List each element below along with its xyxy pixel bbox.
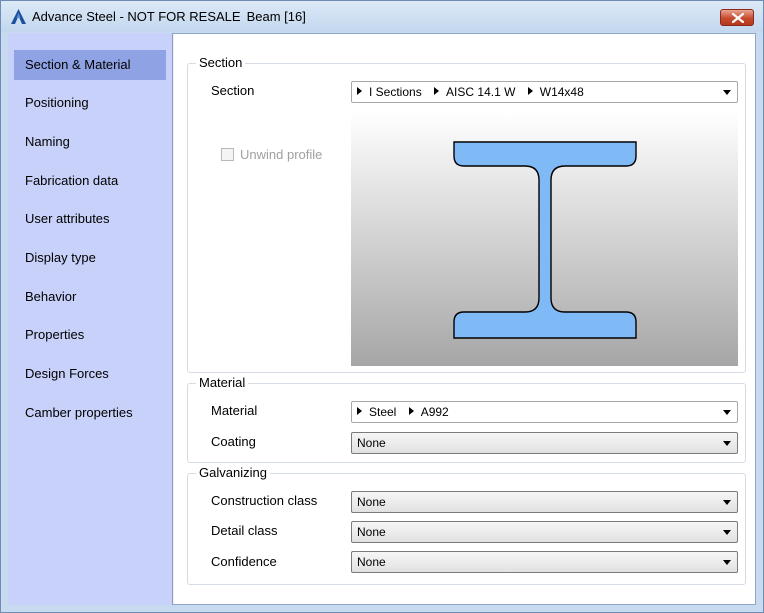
material-group-title: Material xyxy=(196,375,249,391)
construction-class-dropdown[interactable]: None xyxy=(351,491,738,513)
section-path-size: W14x48 xyxy=(527,85,584,99)
triangle-right-icon xyxy=(357,87,362,95)
nav-item-properties[interactable]: Properties xyxy=(14,320,166,350)
object-title: Beam [16] xyxy=(246,9,306,24)
material-selector[interactable]: Steel A992 xyxy=(351,401,738,423)
close-icon xyxy=(732,13,744,23)
nav-item-section-material[interactable]: Section & Material xyxy=(14,50,166,80)
confidence-dropdown[interactable]: None xyxy=(351,551,738,573)
material-path-grade: A992 xyxy=(408,405,449,419)
material-path-type: Steel xyxy=(357,405,396,419)
nav-item-camber-properties[interactable]: Camber properties xyxy=(14,398,166,428)
chevron-down-icon xyxy=(723,90,731,95)
triangle-right-icon xyxy=(357,407,362,415)
construction-class-value: None xyxy=(357,495,386,509)
category-sidebar: Section & Material Positioning Naming Fa… xyxy=(8,33,173,605)
chevron-down-icon xyxy=(723,560,731,565)
section-group-title: Section xyxy=(196,55,246,71)
section-breadcrumb: I Sections AISC 14.1 W W14x48 xyxy=(357,85,593,99)
i-beam-profile-icon xyxy=(453,141,637,339)
nav-item-positioning[interactable]: Positioning xyxy=(14,88,166,118)
section-label: Section xyxy=(211,83,255,98)
coating-value: None xyxy=(357,436,386,450)
nav-item-behavior[interactable]: Behavior xyxy=(14,282,166,312)
section-path-library: AISC 14.1 W xyxy=(434,85,515,99)
material-breadcrumb: Steel A992 xyxy=(357,405,458,419)
coating-label: Coating xyxy=(211,434,256,449)
chevron-down-icon xyxy=(723,410,731,415)
close-button[interactable] xyxy=(720,9,754,26)
detail-class-label: Detail class xyxy=(211,523,278,538)
triangle-right-icon xyxy=(408,407,414,415)
material-group: Material Material Steel A992 Coating Non… xyxy=(187,375,746,463)
app-title: Advance Steel - NOT FOR RESALE xyxy=(32,9,241,24)
construction-class-label: Construction class xyxy=(211,493,318,508)
advance-steel-logo-icon xyxy=(11,9,26,24)
chevron-down-icon xyxy=(723,500,731,505)
galvanizing-group-title: Galvanizing xyxy=(196,465,270,481)
dialog-window: Advance Steel - NOT FOR RESALE Beam [16] … xyxy=(0,0,764,613)
nav-item-naming[interactable]: Naming xyxy=(14,127,166,157)
nav-item-design-forces[interactable]: Design Forces xyxy=(14,359,166,389)
section-preview xyxy=(351,112,738,366)
triangle-right-icon xyxy=(527,87,533,95)
window-title: Advance Steel - NOT FOR RESALE Beam [16] xyxy=(32,9,306,24)
properties-panel: Section Section I Sections AISC 14.1 W W… xyxy=(174,34,755,604)
confidence-value: None xyxy=(357,555,386,569)
triangle-right-icon xyxy=(434,87,440,95)
nav-item-display-type[interactable]: Display type xyxy=(14,243,166,273)
nav-item-user-attributes[interactable]: User attributes xyxy=(14,204,166,234)
confidence-label: Confidence xyxy=(211,554,277,569)
section-path-category: I Sections xyxy=(357,85,422,99)
unwind-profile-label: Unwind profile xyxy=(240,147,323,162)
nav-item-fabrication-data[interactable]: Fabrication data xyxy=(14,166,166,196)
material-label: Material xyxy=(211,403,258,418)
unwind-profile-checkbox[interactable] xyxy=(221,148,234,161)
chevron-down-icon xyxy=(723,441,731,446)
title-bar[interactable]: Advance Steel - NOT FOR RESALE Beam [16] xyxy=(1,1,763,32)
section-selector[interactable]: I Sections AISC 14.1 W W14x48 xyxy=(351,81,738,103)
galvanizing-group: Galvanizing Construction class None Deta… xyxy=(187,465,746,585)
detail-class-dropdown[interactable]: None xyxy=(351,521,738,543)
detail-class-value: None xyxy=(357,525,386,539)
chevron-down-icon xyxy=(723,530,731,535)
coating-dropdown[interactable]: None xyxy=(351,432,738,454)
